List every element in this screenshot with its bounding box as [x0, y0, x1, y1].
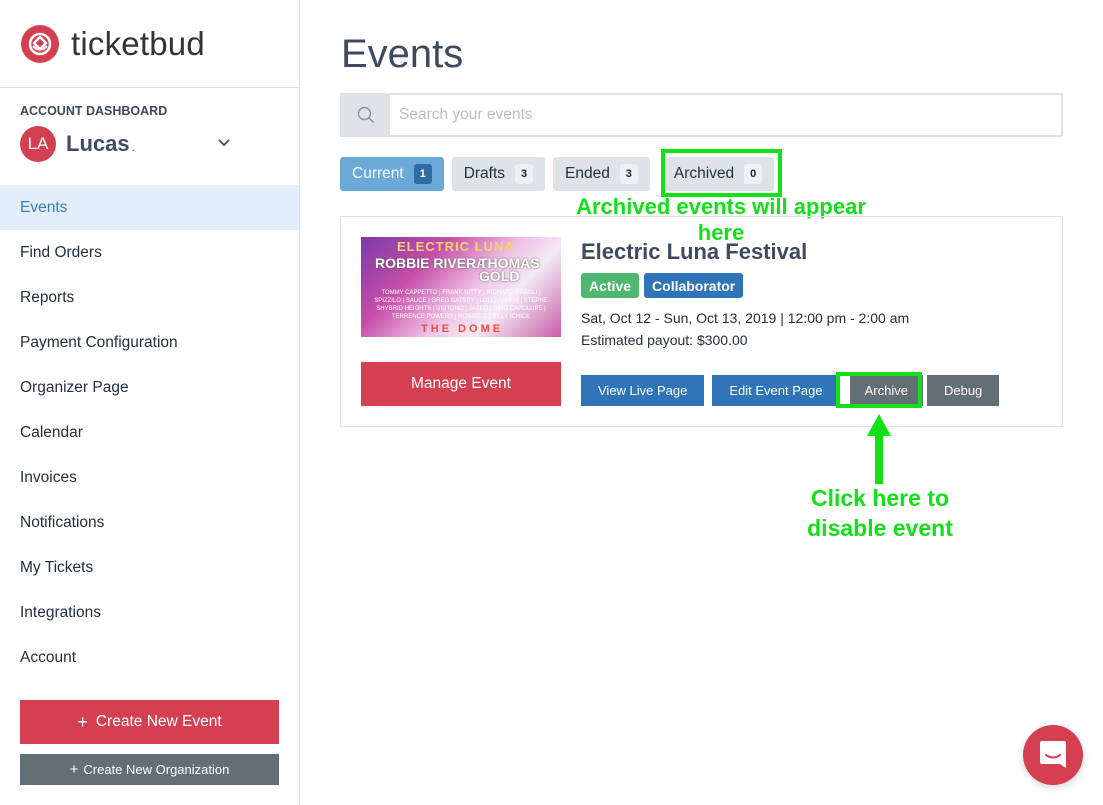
event-date: Sat, Oct 12 - Sun, Oct 13, 2019 | 12:00 …: [581, 310, 910, 326]
tab-drafts[interactable]: Drafts 3: [451, 157, 546, 191]
chat-launcher-button[interactable]: [1023, 725, 1083, 785]
user-switcher[interactable]: LA Lucas .: [0, 122, 299, 166]
tab-count: 0: [744, 164, 763, 184]
event-image-title: ELECTRIC LUNA: [397, 239, 515, 254]
event-image-lineup: TOMMY CAPPETTO | FRANK NITTY | RICHARD P…: [374, 290, 548, 320]
event-badges: Active Collaborator: [581, 273, 748, 298]
search-input[interactable]: [390, 95, 1061, 135]
plus-icon: +: [77, 711, 88, 732]
user-name-suffix: .: [131, 140, 135, 154]
tab-label: Drafts: [463, 165, 506, 182]
section-label: ACCOUNT DASHBOARD: [20, 104, 168, 118]
chat-icon: [1040, 741, 1066, 768]
sidebar-item-account[interactable]: Account: [0, 635, 299, 680]
tab-label: Ended: [565, 165, 610, 182]
chevron-down-icon[interactable]: [216, 134, 232, 150]
sidebar-item-integrations[interactable]: Integrations: [0, 590, 299, 635]
event-image-venue: THE DOME: [421, 323, 504, 335]
sidebar-item-my-tickets[interactable]: My Tickets: [0, 545, 299, 590]
archive-annotation: Click here to disable event: [780, 483, 980, 543]
main-content: Events Current 1 Drafts 3 Ended 3 Archiv…: [300, 0, 1103, 805]
sidebar-item-reports[interactable]: Reports: [0, 275, 299, 320]
tab-count: 3: [619, 164, 638, 184]
avatar: LA: [20, 126, 56, 162]
event-image-headliner: THOMAS GOLD: [479, 255, 540, 284]
sidebar-item-invoices[interactable]: Invoices: [0, 455, 299, 500]
ticketbud-logo-icon: [21, 24, 59, 63]
create-new-event-button[interactable]: + Create New Event: [20, 700, 279, 744]
event-tabs: Current 1 Drafts 3 Ended 3 Archived 0: [340, 157, 782, 191]
tab-current[interactable]: Current 1: [340, 157, 444, 191]
event-title[interactable]: Electric Luna Festival: [581, 239, 807, 265]
sidebar-item-events[interactable]: Events: [0, 185, 299, 230]
event-payout: Estimated payout: $300.00: [581, 332, 748, 348]
sidebar-nav: Events Find Orders Reports Payment Confi…: [0, 185, 299, 680]
view-live-page-button[interactable]: View Live Page: [581, 375, 705, 406]
brand-name: ticketbud: [71, 24, 205, 62]
archive-annotation-line: disable event: [807, 515, 953, 541]
logo[interactable]: ticketbud: [0, 0, 299, 88]
tab-count: 1: [413, 164, 432, 184]
sidebar-item-payment-configuration[interactable]: Payment Configuration: [0, 320, 299, 365]
event-actions: View Live Page Edit Event Page Archive D…: [581, 375, 1007, 406]
user-name: Lucas: [66, 131, 130, 156]
event-card: ELECTRIC LUNA ROBBIE RIVERA THOMAS GOLD …: [340, 216, 1063, 427]
sidebar-item-notifications[interactable]: Notifications: [0, 500, 299, 545]
tab-archived[interactable]: Archived 0: [661, 157, 775, 191]
role-badge: Collaborator: [644, 273, 744, 298]
sidebar: ticketbud ACCOUNT DASHBOARD LA Lucas . E…: [0, 0, 300, 805]
manage-event-button[interactable]: Manage Event: [361, 362, 561, 406]
debug-button[interactable]: Debug: [926, 375, 1000, 406]
tab-label: Archived: [673, 165, 735, 182]
sidebar-item-find-orders[interactable]: Find Orders: [0, 230, 299, 275]
event-image-headliner: ROBBIE RIVERA: [375, 255, 487, 271]
status-badge: Active: [581, 273, 640, 298]
tab-count: 3: [515, 164, 534, 184]
tab-label: Current: [352, 165, 404, 182]
archive-annotation-line: Click here to: [810, 485, 950, 511]
tab-ended[interactable]: Ended 3: [553, 157, 650, 191]
create-new-organization-label: Create New Organization: [83, 762, 230, 777]
page-title: Events: [341, 32, 464, 76]
event-image[interactable]: ELECTRIC LUNA ROBBIE RIVERA THOMAS GOLD …: [361, 237, 561, 337]
plus-icon: +: [69, 761, 79, 778]
archive-button[interactable]: Archive: [849, 375, 923, 406]
sidebar-item-organizer-page[interactable]: Organizer Page: [0, 365, 299, 410]
edit-event-page-button[interactable]: Edit Event Page: [712, 375, 840, 406]
sidebar-item-calendar[interactable]: Calendar: [0, 410, 299, 455]
search-bar: [340, 93, 1063, 137]
create-new-event-label: Create New Event: [95, 713, 222, 730]
arrow-up-icon: [867, 414, 891, 484]
create-new-organization-button[interactable]: + Create New Organization: [20, 754, 279, 785]
search-icon[interactable]: [342, 95, 390, 135]
